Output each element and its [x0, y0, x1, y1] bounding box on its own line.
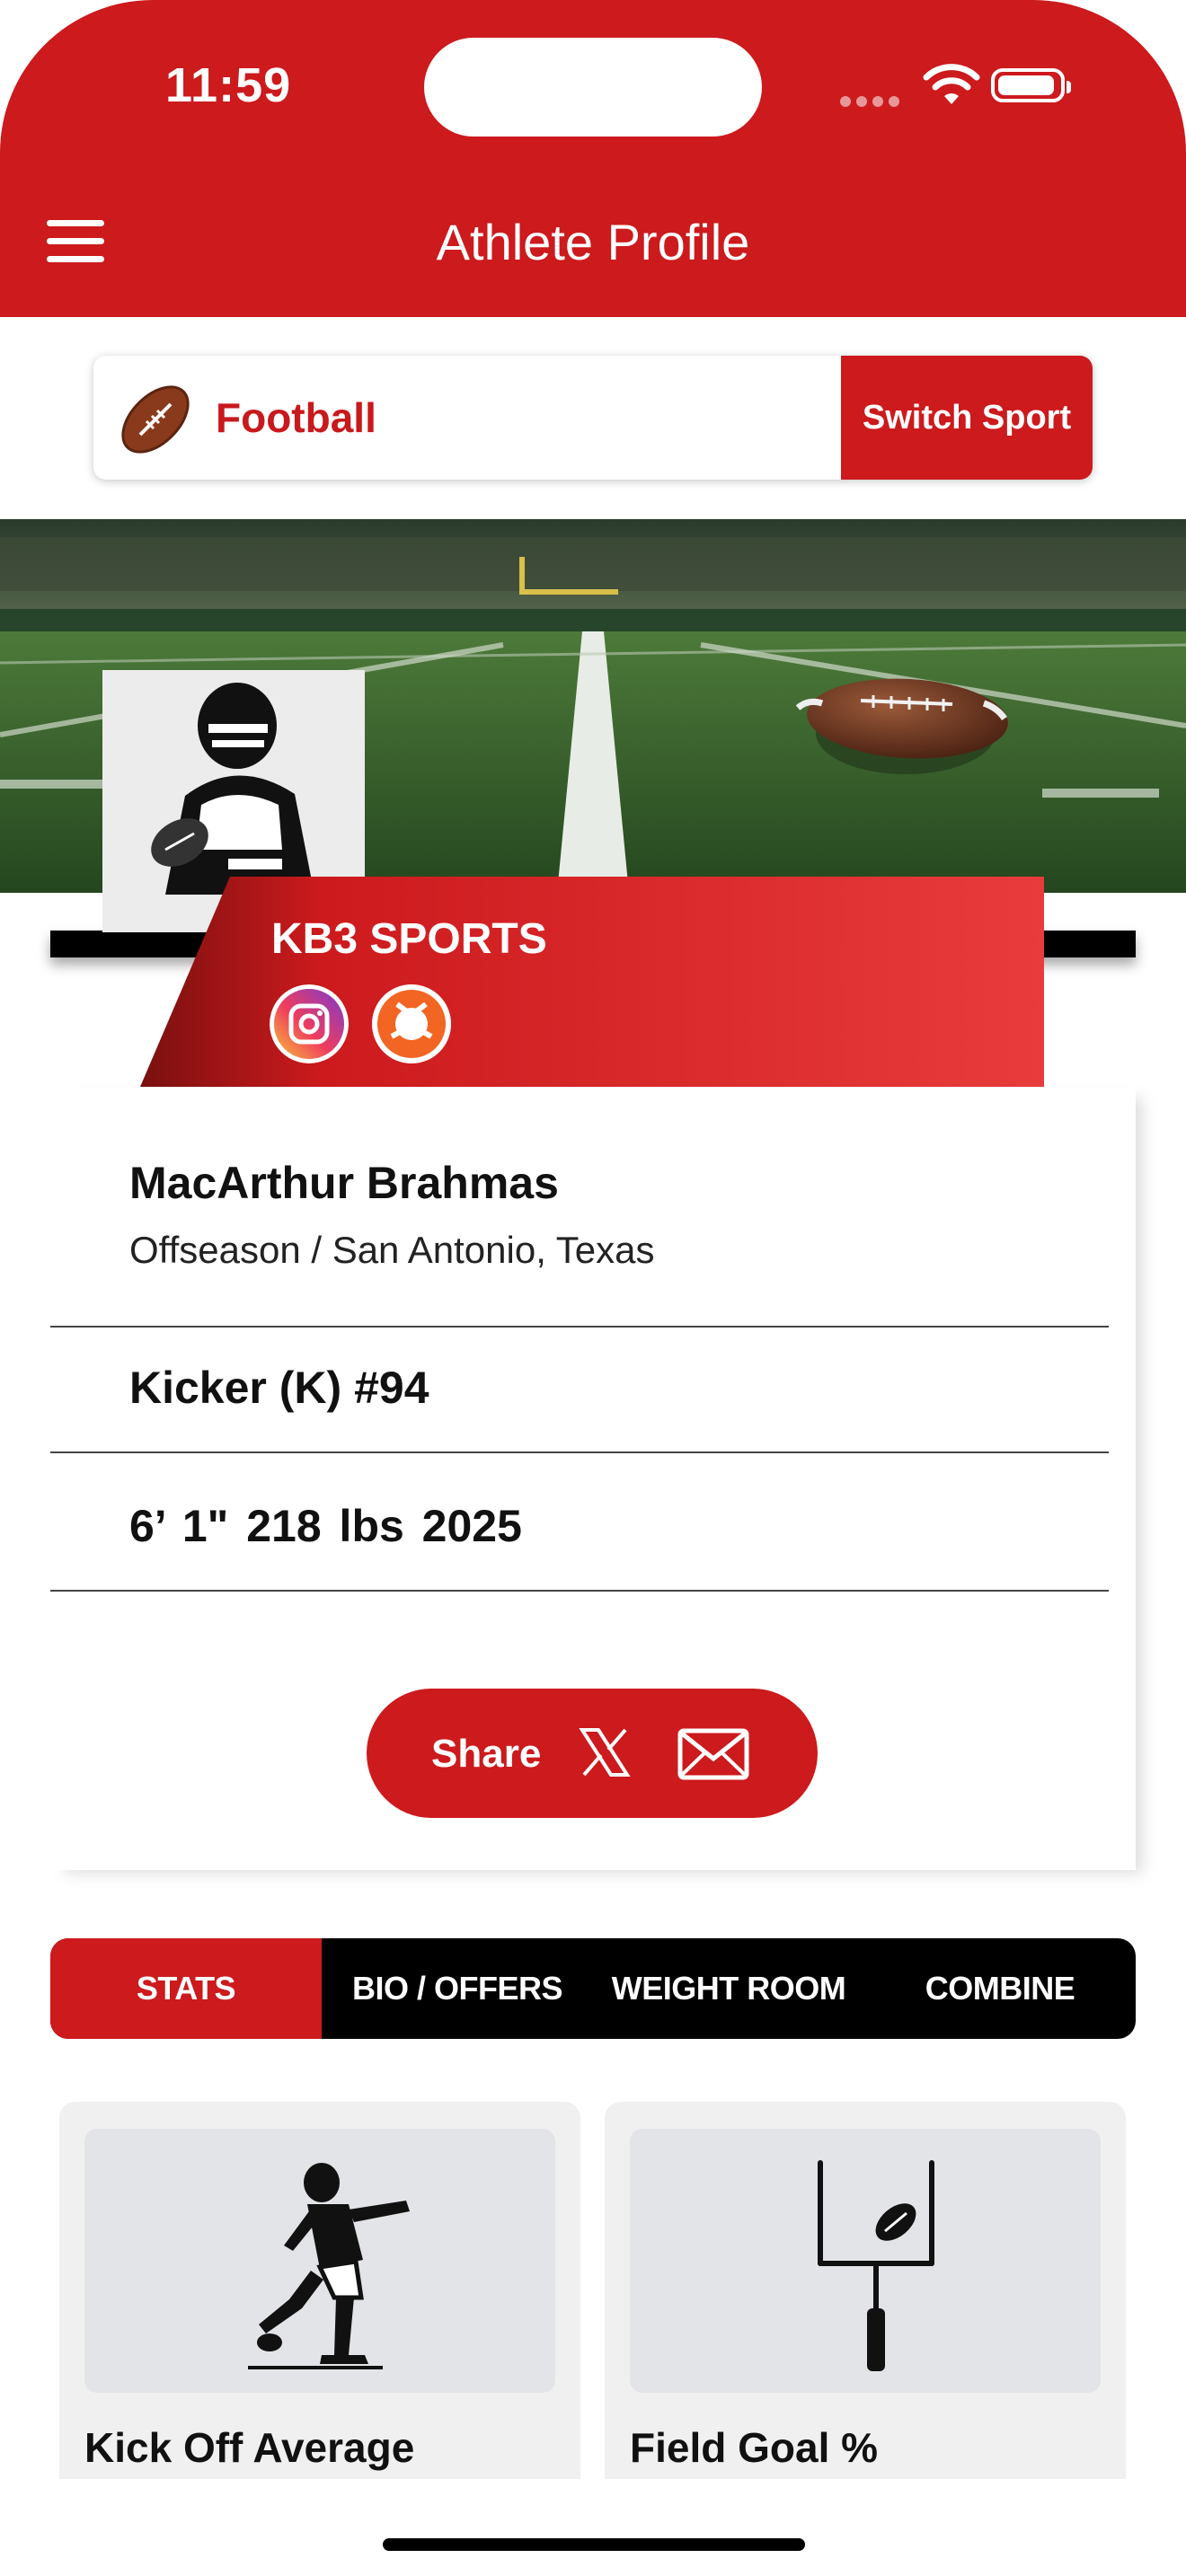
stat-label: Field Goal %	[630, 2424, 879, 2471]
page-title: Athlete Profile	[436, 214, 750, 270]
sport-name: Football	[216, 394, 376, 441]
divider	[50, 1590, 1109, 1592]
switch-sport-button[interactable]: Switch Sport	[841, 356, 1093, 480]
stat-card-field-goal[interactable]: Field Goal %	[605, 2102, 1126, 2479]
team-name: KB3 SPORTS	[271, 915, 547, 963]
orange-circle-logo-icon[interactable]	[372, 984, 451, 1063]
profile-tabs: STATS BIO / OFFERS WEIGHT ROOM COMBINE	[50, 1938, 1136, 2039]
athlete-measurements: 6’ 1" 218 lbs 2025	[129, 1501, 522, 1551]
sport-selector[interactable]: Football Switch Sport	[93, 356, 1093, 480]
mail-icon[interactable]	[677, 1728, 749, 1780]
stat-card-kickoff[interactable]: Kick Off Average	[59, 2102, 580, 2479]
wifi-icon	[923, 64, 980, 104]
share-label: Share	[431, 1732, 542, 1776]
share-button[interactable]: Share	[367, 1689, 818, 1818]
tab-stats[interactable]: STATS	[50, 1938, 322, 2039]
athlete-position: Kicker (K) #94	[129, 1363, 429, 1413]
dynamic-island	[424, 38, 762, 137]
divider	[50, 1326, 1109, 1328]
stat-label: Kick Off Average	[84, 2424, 415, 2471]
tab-combine[interactable]: COMBINE	[864, 1938, 1136, 2039]
stat-image	[630, 2129, 1101, 2393]
instagram-icon[interactable]	[270, 984, 349, 1063]
athlete-name: MacArthur Brahmas	[129, 1158, 559, 1208]
x-icon[interactable]	[579, 1726, 631, 1778]
tab-bio-offers[interactable]: BIO / OFFERS	[322, 1938, 593, 2039]
divider	[50, 1451, 1109, 1453]
football-icon	[121, 385, 190, 454]
tab-weight-room[interactable]: WEIGHT ROOM	[593, 1938, 864, 2039]
status-indicators	[840, 63, 1078, 108]
kicker-icon	[248, 2163, 410, 2369]
stat-image	[84, 2129, 555, 2393]
home-indicator[interactable]	[383, 2538, 805, 2551]
signal-icon	[840, 95, 905, 111]
battery-icon	[991, 68, 1071, 102]
athlete-season-location: Offseason / San Antonio, Texas	[129, 1229, 655, 1271]
goal-post-icon	[818, 2160, 934, 2371]
team-banner	[140, 877, 1044, 1087]
status-time: 11:59	[165, 58, 292, 112]
